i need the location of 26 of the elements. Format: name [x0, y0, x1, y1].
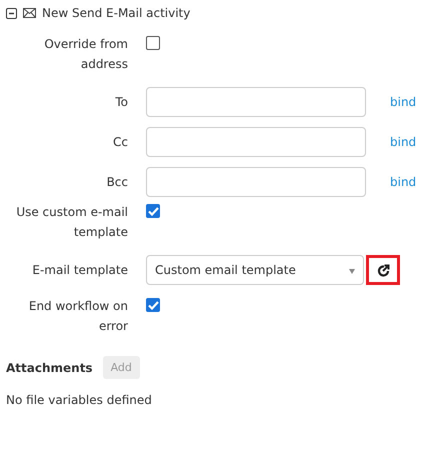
bind-link[interactable]: bind	[390, 175, 416, 189]
bind-link[interactable]: bind	[390, 135, 416, 149]
input-field[interactable]	[146, 127, 366, 157]
checkbox[interactable]	[146, 204, 160, 218]
section-title: Attachments	[6, 360, 93, 374]
envelope-icon	[23, 8, 36, 18]
caret-icon	[349, 269, 355, 274]
field-label: Cc	[112, 134, 129, 151]
input-field[interactable]	[146, 167, 366, 197]
bind-link[interactable]: bind	[390, 95, 416, 109]
field-label: E-mail template	[31, 262, 129, 279]
empty-message: No file variables defined	[6, 393, 153, 407]
activity-title: New Send E-Mail activity	[42, 6, 190, 20]
add-button[interactable]: Add	[102, 356, 140, 379]
field-label: Override from address	[43, 36, 129, 73]
field-label: To	[114, 94, 129, 111]
checkbox[interactable]	[146, 298, 160, 312]
field-label: Bcc	[106, 174, 129, 191]
field-label: End workflow on error	[28, 298, 129, 335]
input-field[interactable]	[146, 87, 366, 117]
share-arrow-icon	[376, 264, 390, 276]
collapse-icon[interactable]	[6, 8, 17, 18]
checkbox[interactable]	[146, 36, 160, 50]
field-label: Use custom e-mail template	[15, 204, 129, 241]
template-dropdown[interactable]: Custom email template	[146, 255, 364, 285]
open-template-button[interactable]	[366, 255, 400, 285]
